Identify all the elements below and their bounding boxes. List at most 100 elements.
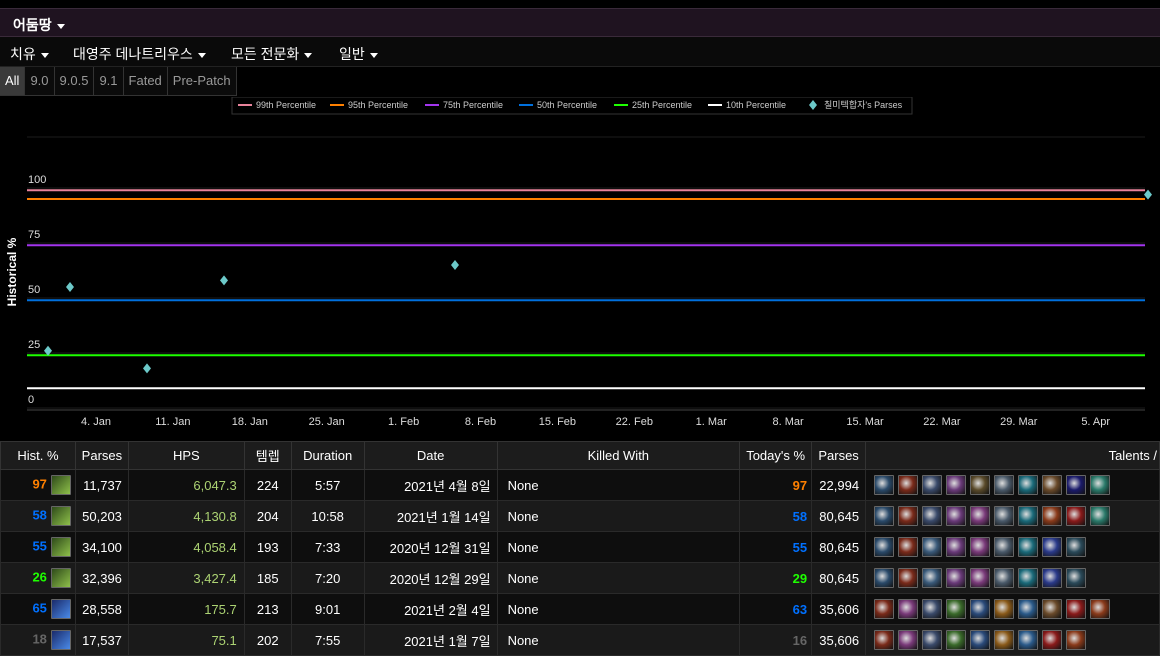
table-row[interactable]: 26 32,396 3,427.4 185 7:20 2020년 12월 29일 None 2…	[0, 562, 1160, 594]
talent-icon[interactable]	[898, 568, 919, 588]
date-cell[interactable]: 2021년 2월 4일	[363, 593, 498, 625]
talent-icon[interactable]	[946, 599, 967, 619]
talent-icon[interactable]	[994, 475, 1015, 495]
talent-icon[interactable]	[922, 599, 943, 619]
patch-tab-9-0-5[interactable]: 9.0.5	[54, 67, 95, 96]
talent-icon[interactable]	[1042, 599, 1063, 619]
talent-icon[interactable]	[922, 630, 943, 650]
hps-cell[interactable]: 4,130.8	[127, 500, 245, 532]
filter-dropdown-1[interactable]: 대영주 데나트리우스	[73, 44, 206, 64]
date-cell[interactable]: 2021년 1월 14일	[363, 500, 498, 532]
talent-icon[interactable]	[1090, 506, 1111, 526]
hps-cell[interactable]: 75.1	[127, 624, 245, 656]
column-header[interactable]: 템렙	[243, 441, 292, 470]
hps-cell[interactable]: 175.7	[127, 593, 245, 625]
talent-icon[interactable]	[1042, 537, 1063, 557]
y-tick-label: 0	[28, 394, 34, 406]
table-row[interactable]: 18 17,537 75.1 202 7:55 2021년 1월 7일 None 16 35,6…	[0, 624, 1160, 656]
talent-icon[interactable]	[1090, 475, 1111, 495]
talent-icon[interactable]	[994, 568, 1015, 588]
talent-icon[interactable]	[1090, 599, 1111, 619]
date-cell[interactable]: 2020년 12월 29일	[363, 562, 498, 594]
talent-icon[interactable]	[898, 630, 919, 650]
column-header[interactable]: Parses	[811, 441, 867, 470]
hps-cell[interactable]: 6,047.3	[127, 469, 245, 501]
date-cell[interactable]: 2021년 4월 8일	[363, 469, 498, 501]
talent-icon[interactable]	[1018, 506, 1039, 526]
talent-icon[interactable]	[994, 630, 1015, 650]
table-row[interactable]: 97 11,737 6,047.3 224 5:57 2021년 4월 8일 None 97 2…	[0, 469, 1160, 501]
talent-icon[interactable]	[946, 568, 967, 588]
talent-icon[interactable]	[922, 537, 943, 557]
patch-tab-9-1[interactable]: 9.1	[94, 67, 124, 96]
talent-icon[interactable]	[1066, 568, 1087, 588]
filter-dropdown-3[interactable]: 일반	[339, 44, 378, 64]
talent-icon[interactable]	[922, 506, 943, 526]
talent-icon[interactable]	[970, 568, 991, 588]
talent-icon[interactable]	[1018, 537, 1039, 557]
talent-icon[interactable]	[1018, 568, 1039, 588]
talent-icon[interactable]	[946, 506, 967, 526]
talent-icon[interactable]	[1018, 630, 1039, 650]
talent-icon[interactable]	[946, 630, 967, 650]
talent-icon[interactable]	[874, 568, 895, 588]
talent-icon[interactable]	[922, 475, 943, 495]
talent-icon[interactable]	[994, 537, 1015, 557]
talent-icon[interactable]	[874, 599, 895, 619]
filter-dropdown-2[interactable]: 모든 전문화	[231, 44, 313, 64]
talent-icon[interactable]	[970, 599, 991, 619]
column-header[interactable]: Today's %	[739, 441, 813, 470]
table-row[interactable]: 58 50,203 4,130.8 204 10:58 2021년 1월 14일 None 5…	[0, 500, 1160, 532]
talent-icon[interactable]	[1066, 506, 1087, 526]
column-header[interactable]: Parses	[74, 441, 129, 470]
talent-icon[interactable]	[898, 475, 919, 495]
talent-icon[interactable]	[970, 537, 991, 557]
talent-icon[interactable]	[1066, 537, 1087, 557]
talent-icon[interactable]	[1042, 475, 1063, 495]
talent-icon[interactable]	[874, 506, 895, 526]
talent-icon[interactable]	[898, 599, 919, 619]
talent-icon[interactable]	[970, 630, 991, 650]
talent-icon[interactable]	[1018, 599, 1039, 619]
parses-cell: 32,396	[74, 562, 129, 594]
talent-icon[interactable]	[922, 568, 943, 588]
talent-icon[interactable]	[970, 506, 991, 526]
talent-icon[interactable]	[874, 475, 895, 495]
filter-dropdown-0[interactable]: 치유	[10, 44, 49, 64]
patch-tab-pre-patch[interactable]: Pre-Patch	[167, 67, 237, 96]
talent-icon[interactable]	[994, 506, 1015, 526]
talent-icon[interactable]	[1066, 630, 1087, 650]
talent-icon[interactable]	[946, 537, 967, 557]
date-cell[interactable]: 2020년 12월 31일	[363, 531, 498, 563]
column-header[interactable]: Killed With	[496, 441, 741, 470]
talent-icon[interactable]	[1018, 475, 1039, 495]
column-header[interactable]: Duration	[290, 441, 365, 470]
talent-icon[interactable]	[874, 537, 895, 557]
column-header[interactable]: Hist. %	[0, 441, 76, 470]
patch-tab-fated[interactable]: Fated	[123, 67, 168, 96]
talent-icon[interactable]	[1042, 506, 1063, 526]
talent-icon[interactable]	[1066, 475, 1087, 495]
hps-cell[interactable]: 3,427.4	[127, 562, 245, 594]
zone-dropdown[interactable]: 어둠땅	[13, 15, 65, 35]
talent-icon[interactable]	[970, 475, 991, 495]
talent-icon[interactable]	[898, 506, 919, 526]
hps-cell[interactable]: 4,058.4	[127, 531, 245, 563]
date-cell[interactable]: 2021년 1월 7일	[363, 624, 498, 656]
table-row[interactable]: 65 28,558 175.7 213 9:01 2021년 2월 4일 None 63 35,…	[0, 593, 1160, 625]
patch-tab-9-0[interactable]: 9.0	[25, 67, 55, 96]
patch-tab-all[interactable]: All	[0, 67, 26, 96]
column-header[interactable]: Talents /	[865, 441, 1160, 470]
talent-icon[interactable]	[1066, 599, 1087, 619]
talent-icon[interactable]	[946, 475, 967, 495]
today-percent-cell: 29	[739, 562, 813, 594]
column-header[interactable]: Date	[363, 441, 498, 470]
y-axis-label: Historical %	[5, 237, 19, 306]
talent-icon[interactable]	[898, 537, 919, 557]
talent-icon[interactable]	[994, 599, 1015, 619]
talent-icon[interactable]	[1042, 630, 1063, 650]
talent-icon[interactable]	[1042, 568, 1063, 588]
table-row[interactable]: 55 34,100 4,058.4 193 7:33 2020년 12월 31일 None 5…	[0, 531, 1160, 563]
talent-icon[interactable]	[874, 630, 895, 650]
column-header[interactable]: HPS	[127, 441, 245, 470]
